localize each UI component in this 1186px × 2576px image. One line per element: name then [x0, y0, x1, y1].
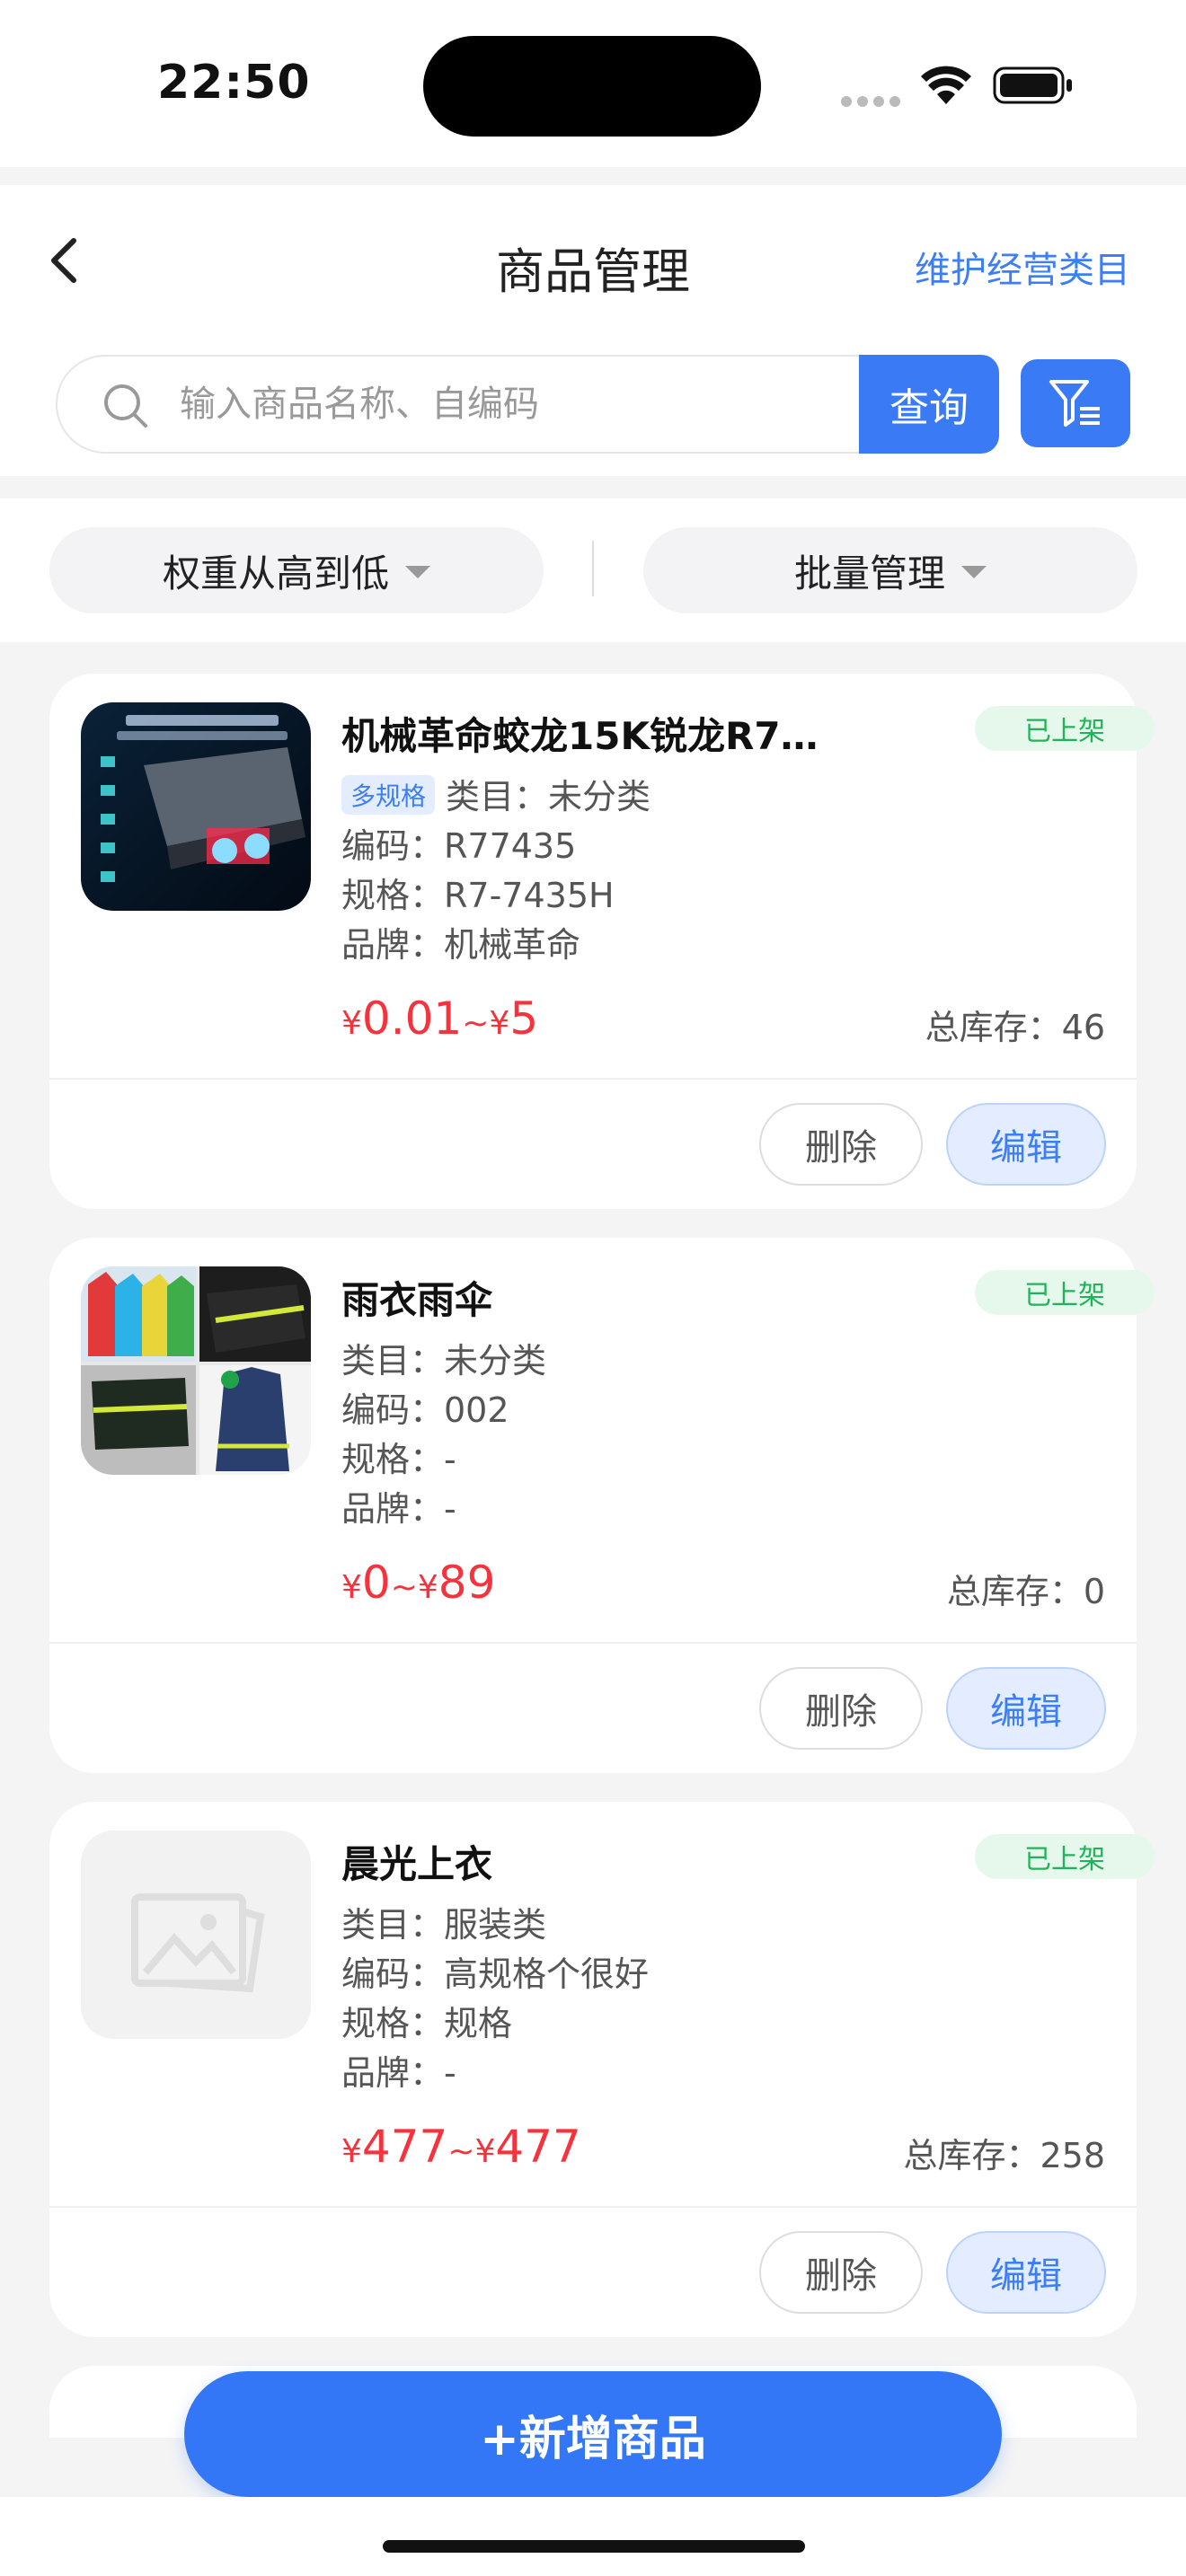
- price-low: 477: [361, 2121, 448, 2173]
- card-divider: [49, 2206, 1137, 2208]
- status-badge: 已上架: [975, 1834, 1155, 1879]
- product-card[interactable]: 雨衣雨伞 已上架 类目：未分类 编码：002 规格：- 品牌：- ¥0~¥89 …: [49, 1238, 1155, 1773]
- divider: [592, 541, 594, 596]
- sort-dropdown-label: 权重从高到低: [162, 551, 389, 595]
- home-indicator[interactable]: [383, 2540, 805, 2553]
- batch-manage-label: 批量管理: [793, 551, 945, 595]
- price-separator: ~¥: [447, 2133, 496, 2170]
- price-separator: ~¥: [462, 1005, 510, 1042]
- product-name: 晨光上衣: [341, 1842, 493, 1886]
- product-brand: 品牌：-: [341, 2053, 456, 2093]
- status-badge: 已上架: [975, 706, 1155, 751]
- product-category: 类目：未分类: [341, 1341, 547, 1381]
- product-spec: 规格：R7-7435H: [341, 876, 615, 915]
- search-input[interactable]: [180, 377, 845, 431]
- product-code: 编码：002: [341, 1390, 509, 1430]
- product-card[interactable]: 晨光上衣 已上架 类目：服装类 编码：高规格个很好 规格：规格 品牌：- ¥47…: [49, 1802, 1155, 2337]
- dynamic-island: [423, 36, 761, 137]
- status-time: 22:50: [157, 56, 311, 110]
- product-spec: 规格：-: [341, 1440, 456, 1479]
- price-high: 477: [495, 2121, 581, 2173]
- product-price: ¥477~¥477: [341, 2121, 581, 2173]
- card-divider: [49, 1642, 1137, 1644]
- product-spec: 规格：规格: [341, 2004, 513, 2043]
- multi-spec-tag: 多规格: [341, 775, 436, 815]
- filter-button[interactable]: [1021, 359, 1130, 447]
- price-separator: ~¥: [390, 1569, 438, 1606]
- product-image: [81, 702, 311, 911]
- delete-button[interactable]: 删除: [759, 1103, 923, 1186]
- product-name: 机械革命蛟龙15K锐龙R7…: [341, 714, 819, 758]
- filter-icon: [1049, 380, 1100, 427]
- product-price: ¥0.01~¥5: [341, 992, 538, 1045]
- edit-button[interactable]: 编辑: [946, 2231, 1106, 2314]
- price-high: 89: [438, 1557, 496, 1609]
- edit-button[interactable]: 编辑: [946, 1103, 1106, 1186]
- price-low: 0.01: [361, 992, 463, 1045]
- product-brand: 品牌：-: [341, 1489, 456, 1529]
- product-category: 多规格 类目：未分类: [341, 769, 651, 818]
- caret-down-icon: [961, 566, 987, 578]
- sort-dropdown[interactable]: 权重从高到低: [49, 527, 544, 613]
- edit-button[interactable]: 编辑: [946, 1667, 1106, 1750]
- batch-manage-dropdown[interactable]: 批量管理: [643, 527, 1137, 613]
- status-badge: 已上架: [975, 1270, 1155, 1315]
- product-name: 雨衣雨伞: [341, 1278, 493, 1322]
- product-code: 编码：R77435: [341, 826, 577, 866]
- delete-button[interactable]: 删除: [759, 1667, 923, 1750]
- category-text: 类目：未分类: [446, 777, 651, 816]
- maintain-category-link[interactable]: 维护经营类目: [915, 241, 1130, 293]
- total-stock: 总库存：0: [946, 1572, 1105, 1611]
- total-stock: 总库存：258: [903, 2136, 1105, 2175]
- battery-icon: [993, 66, 1072, 104]
- search-icon: [104, 384, 147, 428]
- add-product-button[interactable]: +新增商品: [184, 2371, 1002, 2497]
- bottom-safe-area: [0, 2497, 1186, 2576]
- product-card[interactable]: 机械革命蛟龙15K锐龙R7… 已上架 多规格 类目：未分类 编码：R77435 规…: [49, 674, 1155, 1209]
- price-low: 0: [361, 1557, 391, 1609]
- product-code: 编码：高规格个很好: [341, 1954, 650, 1994]
- cellular-signal-icon: [841, 93, 906, 110]
- search-button[interactable]: 查询: [859, 355, 999, 454]
- wifi-icon: [921, 66, 971, 104]
- total-stock: 总库存：46: [925, 1008, 1105, 1047]
- product-category: 类目：服装类: [341, 1905, 547, 1945]
- currency-symbol: ¥: [341, 1005, 362, 1042]
- product-brand: 品牌：机械革命: [341, 925, 581, 965]
- product-image: [81, 1266, 311, 1475]
- currency-symbol: ¥: [341, 2133, 362, 2170]
- card-divider: [49, 1078, 1137, 1080]
- currency-symbol: ¥: [341, 1569, 362, 1606]
- product-price: ¥0~¥89: [341, 1557, 495, 1609]
- caret-down-icon: [405, 566, 430, 578]
- price-high: 5: [509, 992, 539, 1045]
- delete-button[interactable]: 删除: [759, 2231, 923, 2314]
- placeholder-image-icon: [81, 1831, 311, 2039]
